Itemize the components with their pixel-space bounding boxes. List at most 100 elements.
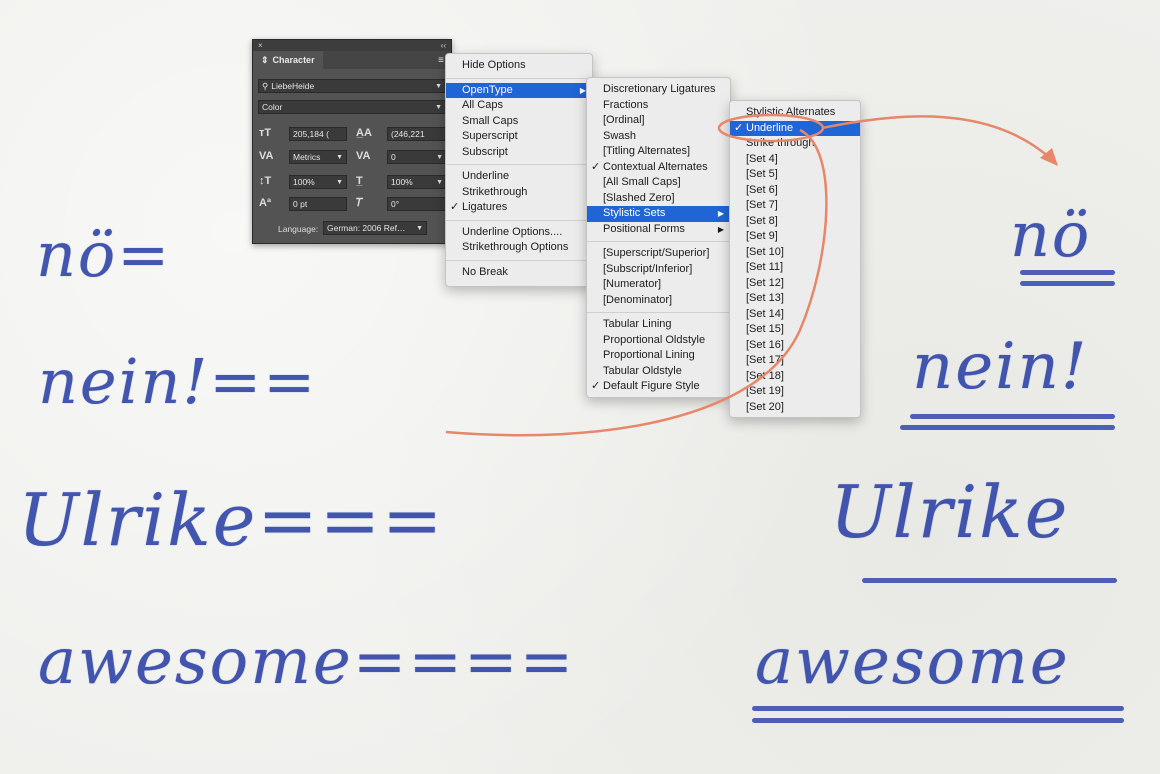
- menu-item-label: Tabular Lining: [603, 318, 672, 330]
- menu-item[interactable]: [Set 10]: [730, 245, 860, 261]
- leading-icon: A̲A: [356, 127, 372, 139]
- font-size-field[interactable]: 205,184 (: [289, 127, 347, 141]
- menu-item[interactable]: [Set 6]: [730, 183, 860, 199]
- menu-item[interactable]: [Set 5]: [730, 167, 860, 183]
- menu-item[interactable]: Underline Options....: [446, 225, 592, 241]
- menu-item[interactable]: Strike through: [730, 136, 860, 152]
- menu-item[interactable]: [Set 8]: [730, 214, 860, 230]
- menu-item[interactable]: [Set 15]: [730, 322, 860, 338]
- menu-item-label: [Ordinal]: [603, 114, 645, 126]
- menu-item-label: [Set 6]: [746, 183, 778, 196]
- menu-item[interactable]: Fractions: [587, 98, 730, 114]
- menu-item[interactable]: Underline: [446, 169, 592, 185]
- menu-item[interactable]: [Numerator]: [587, 277, 730, 293]
- check-icon: ✓: [591, 160, 601, 173]
- menu-item[interactable]: [Set 11]: [730, 260, 860, 276]
- menu-item[interactable]: [Set 17]: [730, 353, 860, 369]
- menu-item-label: Hide Options: [462, 59, 526, 71]
- menu-item-label: Stylistic Alternates: [746, 106, 836, 118]
- close-icon[interactable]: ×: [258, 41, 263, 50]
- menu-item-label: Fractions: [603, 98, 649, 111]
- menu-item[interactable]: Superscript: [446, 129, 592, 145]
- leading-value: (246,221: [391, 129, 425, 139]
- vertical-scale-icon: ↕T: [259, 175, 272, 187]
- leading-field[interactable]: (246,221: [387, 127, 447, 141]
- menu-item[interactable]: [Set 12]: [730, 276, 860, 292]
- menu-item[interactable]: [Superscript/Superior]: [587, 246, 730, 262]
- font-family-field[interactable]: ⚲ LiebeHeide ▼: [258, 79, 446, 93]
- menu-item-label: Underline: [746, 121, 794, 134]
- menu-item[interactable]: [Ordinal]: [587, 113, 730, 129]
- menu-item[interactable]: Proportional Oldstyle: [587, 333, 730, 349]
- check-icon: ✓: [450, 201, 460, 213]
- menu-item-label: No Break: [462, 265, 508, 278]
- menu-item-label: [Set 7]: [746, 199, 778, 211]
- menu-item[interactable]: Strikethrough: [446, 185, 592, 201]
- menu-item-label: Positional Forms: [603, 222, 685, 235]
- language-field[interactable]: German: 2006 Ref… ▼: [323, 221, 427, 235]
- menu-item[interactable]: Subscript: [446, 145, 592, 161]
- menu-item-label: [Denominator]: [603, 293, 673, 306]
- menu-item[interactable]: ✓ Underline: [730, 120, 860, 136]
- right-line-4: awesome: [755, 625, 1070, 699]
- menu-item[interactable]: [Slashed Zero]: [587, 191, 730, 207]
- language-label: Language:: [278, 224, 319, 234]
- menu-item[interactable]: [Set 14]: [730, 307, 860, 323]
- menu-item[interactable]: [Titling Alternates]: [587, 144, 730, 160]
- vertical-scale-value: 100%: [293, 177, 315, 187]
- menu-item-label: Subscript: [462, 145, 508, 158]
- submenu-arrow-icon: ▶: [717, 209, 724, 218]
- menu-item-label: Discretionary Ligatures: [603, 83, 716, 95]
- menu-item[interactable]: No Break: [446, 265, 592, 281]
- baseline-shift-field[interactable]: 0 pt: [289, 197, 347, 211]
- vertical-scale-field[interactable]: 100% ▼: [289, 175, 347, 189]
- chevron-down-icon: ▼: [336, 153, 343, 161]
- menu-item[interactable]: [Denominator]: [587, 293, 730, 309]
- menu-separator: [446, 77, 592, 79]
- menu-item-label: Tabular Oldstyle: [603, 364, 682, 377]
- menu-item[interactable]: [Subscript/Inferior]: [587, 262, 730, 278]
- chevron-down-icon: ▼: [435, 82, 442, 90]
- menu-item[interactable]: Small Caps: [446, 114, 592, 130]
- menu-item[interactable]: OpenType ▶: [446, 82, 592, 98]
- kerning-value: Metrics: [293, 152, 321, 162]
- right-line-3: Ulrike: [830, 470, 1070, 554]
- menu-item[interactable]: Proportional Lining: [587, 348, 730, 364]
- menu-item-label: [Superscript/Superior]: [603, 247, 710, 259]
- tab-character[interactable]: ⇕ Character: [253, 51, 323, 69]
- tracking-field[interactable]: 0 ▼: [387, 150, 447, 164]
- menu-item[interactable]: All Caps: [446, 98, 592, 114]
- kerning-field[interactable]: Metrics ▼: [289, 150, 347, 164]
- menu-item[interactable]: Stylistic Sets ▶: [587, 206, 730, 222]
- menu-separator: [446, 259, 592, 261]
- menu-item[interactable]: Positional Forms ▶: [587, 222, 730, 238]
- menu-item[interactable]: [Set 20]: [730, 400, 860, 416]
- menu-item[interactable]: [All Small Caps]: [587, 175, 730, 191]
- menu-item-label: Superscript: [462, 130, 518, 142]
- font-style-field[interactable]: Color ▼: [258, 100, 446, 114]
- skew-field[interactable]: 0°: [387, 197, 447, 211]
- collapse-icon[interactable]: ‹‹: [441, 41, 446, 50]
- menu-item[interactable]: [Set 16]: [730, 338, 860, 354]
- menu-item-label: [Set 10]: [746, 245, 784, 258]
- menu-item[interactable]: ✓ Contextual Alternates: [587, 160, 730, 176]
- submenu-arrow-icon: ▶: [717, 224, 724, 234]
- menu-item[interactable]: [Set 7]: [730, 198, 860, 214]
- menu-item-label: [Set 12]: [746, 276, 784, 289]
- menu-item[interactable]: Tabular Lining: [587, 317, 730, 333]
- menu-item[interactable]: [Set 19]: [730, 384, 860, 400]
- right-line-4-underline: [752, 706, 1124, 711]
- menu-item[interactable]: Discretionary Ligatures: [587, 82, 730, 98]
- menu-item[interactable]: ✓ Default Figure Style: [587, 379, 730, 395]
- menu-item[interactable]: [Set 4]: [730, 152, 860, 168]
- menu-item[interactable]: Stylistic Alternates: [730, 105, 860, 121]
- menu-item[interactable]: Swash: [587, 129, 730, 145]
- horizontal-scale-field[interactable]: 100% ▼: [387, 175, 447, 189]
- menu-item[interactable]: [Set 13]: [730, 291, 860, 307]
- menu-item[interactable]: ✓ Ligatures: [446, 200, 592, 216]
- menu-item[interactable]: [Set 18]: [730, 369, 860, 385]
- menu-item[interactable]: Strikethrough Options: [446, 240, 592, 256]
- menu-item[interactable]: [Set 9]: [730, 229, 860, 245]
- menu-item[interactable]: Hide Options: [446, 58, 592, 74]
- menu-item[interactable]: Tabular Oldstyle: [587, 364, 730, 380]
